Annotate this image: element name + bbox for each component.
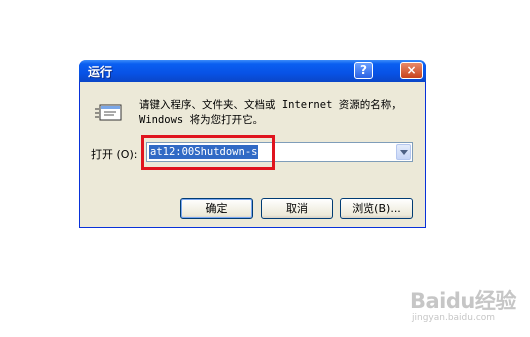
browse-button[interactable]: 浏览(B)... — [340, 198, 413, 219]
ok-button[interactable]: 确定 — [180, 198, 253, 219]
open-label: 打开 (O): — [91, 148, 138, 161]
cancel-button[interactable]: 取消 — [261, 198, 333, 219]
watermark-url: jingyan.baidu.com — [412, 313, 496, 323]
help-button[interactable]: ? — [354, 62, 373, 79]
description-text: 请键入程序、文件夹、文档或 Internet 资源的名称，Windows 将为您… — [139, 99, 402, 126]
run-icon — [95, 104, 122, 121]
close-button[interactable]: × — [400, 62, 423, 79]
title-bar[interactable]: 运行 ? × — [79, 60, 426, 82]
red-highlight-box — [141, 135, 275, 170]
dropdown-arrow-icon[interactable] — [396, 144, 411, 160]
window-title: 运行 — [88, 65, 113, 79]
watermark-brand: Baidu经验 — [410, 289, 516, 313]
